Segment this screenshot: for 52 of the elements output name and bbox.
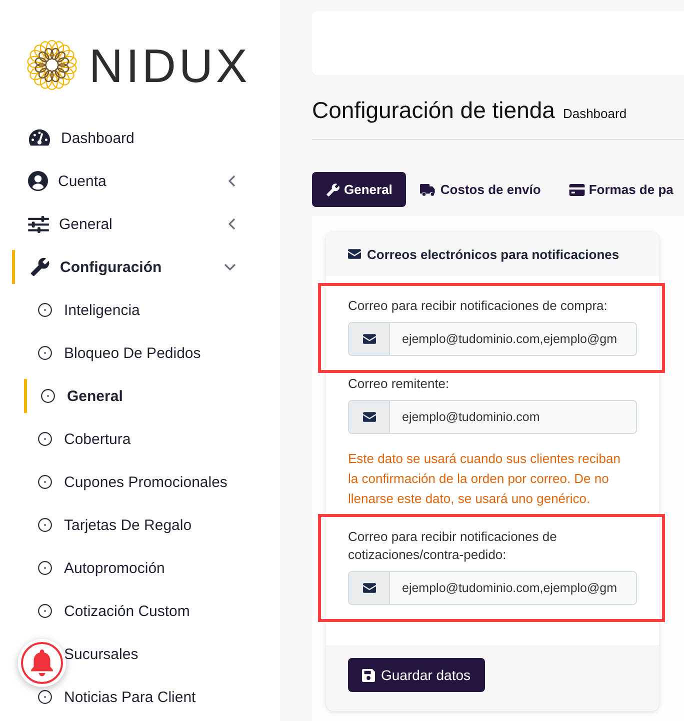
- sidebar-submenu-item[interactable]: Noticias Para Client: [0, 680, 280, 714]
- sidebar-submenu-item[interactable]: Inteligencia: [0, 293, 280, 327]
- sidebar-menu-item[interactable]: Configuración: [0, 250, 280, 284]
- sidebar-submenu-item[interactable]: Bloqueo De Pedidos: [0, 336, 280, 370]
- email-input-field[interactable]: ejemplo@tudominio.com,ejemplo@gm: [348, 571, 637, 605]
- help-text: Este dato se usará cuando sus clientes reciban la confirmación de la orden por correo. De no llenarse este dato, se usará uno genérico.: [348, 450, 622, 508]
- sidebar-menu-item[interactable]: Dashboard: [0, 121, 280, 155]
- card-title: Correos electrónicos para notificaciones: [367, 246, 620, 262]
- envelope-icon: [362, 412, 376, 422]
- field-label: Correo remitente:: [348, 375, 450, 393]
- tab[interactable]: Formas de pa: [554, 172, 678, 207]
- dot-circle-icon: [38, 303, 52, 317]
- wrench-icon: [30, 257, 50, 277]
- dashboard-gauge-icon: [28, 129, 51, 147]
- tab[interactable]: Costos de envío: [406, 172, 555, 207]
- email-input-field[interactable]: ejemplo@tudominio.com,ejemplo@gm: [348, 322, 637, 356]
- credit-card-icon: [568, 184, 585, 196]
- sidebar-menu-item[interactable]: General: [0, 207, 280, 241]
- envelope-icon: [348, 249, 361, 259]
- page-title: Configuración de tienda: [312, 97, 555, 124]
- dot-circle-icon: [41, 389, 55, 403]
- sidebar-submenu-item[interactable]: General: [0, 379, 280, 413]
- dot-circle-icon: [38, 561, 52, 575]
- field-label: Correo para recibir notificaciones de cotizaciones/contra-pedido:: [348, 528, 558, 564]
- wrench-icon: [326, 182, 340, 196]
- sliders-icon: [28, 216, 49, 232]
- dot-circle-icon: [38, 518, 52, 532]
- active-indicator: [12, 250, 15, 284]
- sidebar-submenu-item[interactable]: Tarjetas De Regalo: [0, 508, 280, 542]
- sidebar-submenu-item[interactable]: Cobertura: [0, 422, 280, 456]
- tab[interactable]: General: [312, 172, 406, 207]
- breadcrumb-link[interactable]: Dashboard: [562, 106, 627, 121]
- envelope-icon: [362, 583, 376, 593]
- brand-name: NIDUX: [89, 42, 250, 88]
- bell-icon: [20, 641, 64, 685]
- active-indicator: [24, 379, 27, 413]
- sidebar-submenu-item[interactable]: Cotización Custom: [0, 594, 280, 628]
- dot-circle-icon: [38, 604, 52, 618]
- dot-circle-icon: [38, 346, 52, 360]
- sidebar-submenu-item[interactable]: Cupones Promocionales: [0, 465, 280, 499]
- email-input-field[interactable]: ejemplo@tudominio.com: [348, 400, 637, 434]
- ring-logo-icon: [25, 38, 79, 92]
- envelope-icon: [362, 334, 376, 344]
- dot-circle-icon: [38, 690, 52, 704]
- sidebar-submenu-item[interactable]: Autopromoción: [0, 551, 280, 585]
- save-button[interactable]: Guardar datos: [348, 658, 484, 692]
- truck-icon: [420, 184, 436, 196]
- sidebar-menu-item[interactable]: Cuenta: [0, 164, 280, 198]
- user-circle-icon: [28, 171, 48, 191]
- dot-circle-icon: [38, 475, 52, 489]
- field-label: Correo para recibir notificaciones de compra:: [348, 297, 608, 315]
- dot-circle-icon: [38, 432, 52, 446]
